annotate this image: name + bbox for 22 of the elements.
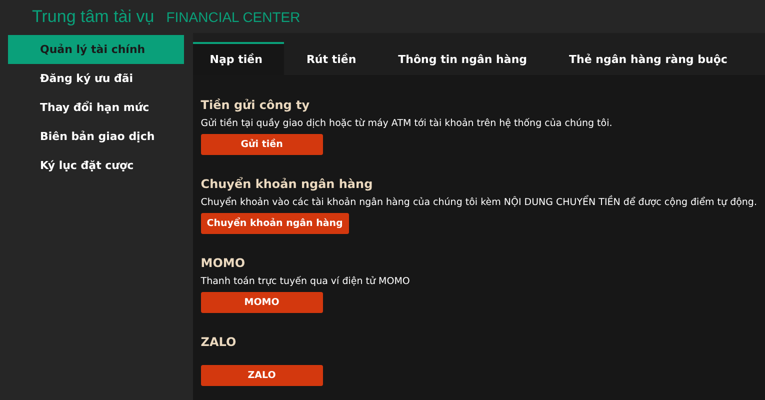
- sidebar-item[interactable]: Ký lục đặt cược: [8, 151, 184, 180]
- tab[interactable]: Thẻ ngân hàng ràng buộc: [547, 42, 748, 75]
- sidebar-item[interactable]: Đăng ký ưu đãi: [8, 64, 184, 93]
- deposit-button[interactable]: Chuyển khoản ngân hàng: [200, 213, 349, 234]
- section-description: Gửi tiền tại quầy giao dịch hoặc từ máy ATM tới tài khoản trên hệ thống của chúng tôi.: [200, 118, 614, 129]
- section-heading: ZALO: [200, 335, 238, 349]
- section-heading: Chuyển khoản ngân hàng: [200, 177, 374, 191]
- deposit-button[interactable]: Gửi tiền: [200, 134, 323, 155]
- section-description: Thanh toán trực tuyến qua ví điện tử MOMO: [200, 276, 411, 287]
- tab[interactable]: Nạp tiền: [192, 42, 284, 75]
- deposit-button[interactable]: MOMO: [200, 292, 323, 313]
- sidebar-item[interactable]: Biên bản giao dịch: [8, 122, 184, 151]
- section-description: Chuyển khoản vào các tài khoản ngân hàng của chúng tôi kèm NỘI DUNG CHUYỂN TIỀN để được cộng điểm tự động.: [200, 197, 757, 208]
- tab[interactable]: Rút tiền: [284, 42, 376, 75]
- sidebar-item[interactable]: Quản lý tài chính: [8, 35, 184, 64]
- tab[interactable]: Thông tin ngân hàng: [376, 42, 548, 75]
- sidebar-item[interactable]: Thay đổi hạn mức: [8, 93, 184, 122]
- page-title: Trung tâm tài vụ: [32, 7, 154, 27]
- section-heading: MOMO: [200, 256, 246, 270]
- page-subtitle: FINANCIAL CENTER: [166, 9, 300, 25]
- deposit-button[interactable]: ZALO: [200, 365, 323, 386]
- section-heading: Tiền gửi công ty: [200, 98, 311, 112]
